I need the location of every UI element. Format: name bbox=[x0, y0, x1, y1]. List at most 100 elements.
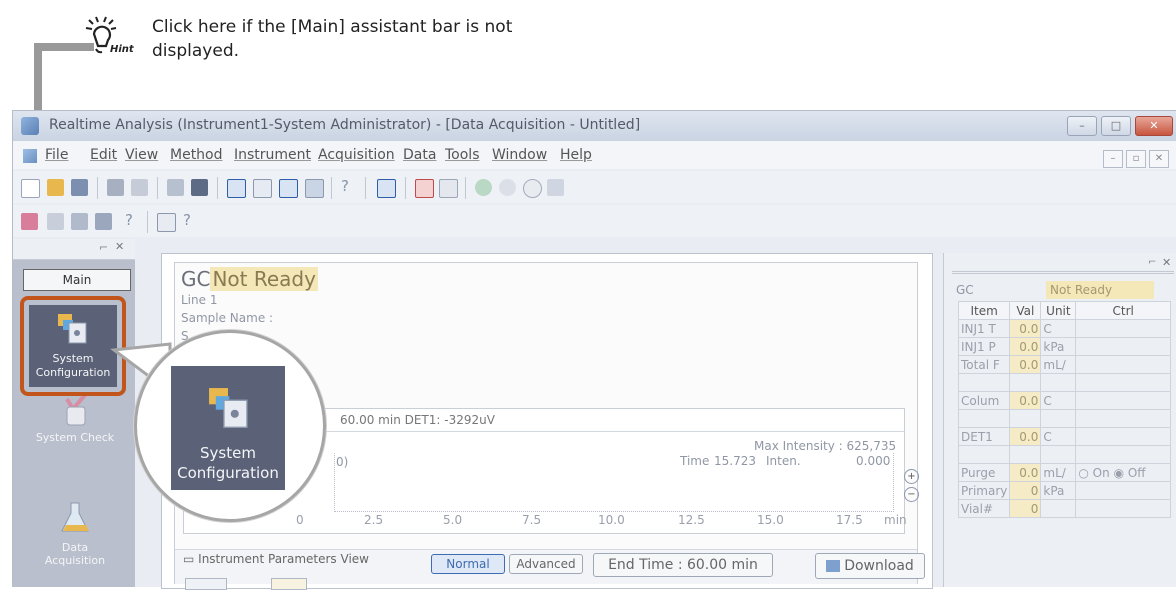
toolbar-separator bbox=[97, 177, 98, 199]
menu-instrument[interactable]: Instrument bbox=[234, 147, 311, 163]
print-preview-icon[interactable] bbox=[131, 179, 148, 196]
menu-data[interactable]: Data bbox=[403, 147, 436, 163]
cell-item: INJ1 T bbox=[957, 319, 1011, 338]
hint-badge: Hint bbox=[110, 44, 134, 55]
gc-status-badge: Not Ready bbox=[210, 267, 318, 291]
diamond-icon[interactable] bbox=[475, 179, 492, 196]
title-bar: Realtime Analysis (Instrument1-System Ad… bbox=[13, 111, 1176, 141]
mdi-minimize-button[interactable]: – bbox=[1103, 150, 1123, 168]
menu-edit[interactable]: Edit bbox=[90, 147, 117, 163]
plot-area bbox=[334, 453, 894, 512]
nav-system-check[interactable]: System Check bbox=[27, 389, 123, 467]
x-tick: 10.0 bbox=[598, 513, 625, 527]
stop-icon[interactable] bbox=[415, 179, 434, 198]
col-unit: Unit bbox=[1040, 301, 1077, 320]
monitor-header-row: Item Val Unit Ctrl bbox=[957, 301, 1171, 320]
x-tick-fragment: 0 bbox=[296, 513, 304, 527]
right-pane-close-icon[interactable]: ✕ bbox=[1162, 256, 1171, 269]
menu-acquisition[interactable]: Acquisition bbox=[318, 147, 395, 163]
menu-file[interactable]: File bbox=[45, 147, 68, 163]
cell-ctrl bbox=[1075, 337, 1171, 356]
params-tab-icon[interactable] bbox=[185, 578, 227, 590]
open-folder-icon[interactable] bbox=[47, 179, 64, 196]
x-tick: 7.5 bbox=[522, 513, 542, 527]
mdi-close-button[interactable]: ✕ bbox=[1149, 150, 1169, 168]
toolbar-separator bbox=[217, 177, 218, 199]
minimize-button[interactable]: – bbox=[1067, 116, 1097, 136]
toolbar-secondary: ? ? bbox=[13, 205, 1176, 237]
new-file-icon[interactable] bbox=[21, 179, 40, 198]
params-title-text: Instrument Parameters View bbox=[198, 552, 369, 566]
magnified-system-configuration: System Configuration bbox=[171, 366, 285, 490]
save-icon[interactable] bbox=[71, 179, 88, 196]
cell-val: 0.0 bbox=[1009, 337, 1042, 356]
nav-data-acquisition-label-1: Data bbox=[61, 541, 89, 554]
main-tab[interactable]: Main bbox=[23, 269, 131, 291]
cell-val: 0.0 bbox=[1009, 319, 1042, 338]
menu-help[interactable]: Help bbox=[560, 147, 592, 163]
radio-on[interactable]: ○ On bbox=[1078, 466, 1109, 480]
download-label: Download bbox=[844, 558, 914, 574]
params-tab-icon-2[interactable] bbox=[271, 578, 307, 590]
copy-icon[interactable] bbox=[167, 179, 184, 196]
menu-tools[interactable]: Tools bbox=[445, 147, 480, 163]
cell-unit: kPa bbox=[1040, 337, 1077, 356]
maximize-button[interactable]: □ bbox=[1101, 116, 1131, 136]
zoom-out-icon[interactable]: − bbox=[904, 487, 919, 502]
right-gc-label: GC bbox=[956, 283, 974, 297]
help-icon-2[interactable]: ? bbox=[125, 211, 133, 229]
hint-text-line1: Click here if the [Main] assistant bar i… bbox=[152, 17, 513, 37]
right-pane-pin-icon[interactable]: ⌐ bbox=[1148, 257, 1156, 268]
cell-ctrl bbox=[1075, 427, 1171, 446]
close-button[interactable]: ✕ bbox=[1135, 116, 1173, 136]
cell-item: INJ1 P bbox=[957, 337, 1011, 356]
report-icon[interactable] bbox=[95, 213, 112, 230]
menu-method[interactable]: Method bbox=[170, 147, 223, 163]
instrument-parameters-bar: ▭ Instrument Parameters View Normal Adva… bbox=[175, 549, 925, 590]
monitor-icon[interactable] bbox=[377, 179, 396, 198]
mail-icon[interactable] bbox=[71, 213, 88, 230]
cell-ctrl bbox=[1075, 319, 1171, 338]
menu-view[interactable]: View bbox=[125, 147, 158, 163]
layout-3-icon[interactable] bbox=[279, 179, 298, 198]
magnifier-circle: System Configuration bbox=[134, 330, 326, 522]
window-icon[interactable] bbox=[157, 213, 176, 232]
edit-icon[interactable] bbox=[547, 179, 564, 196]
x-tick: 2.5 bbox=[364, 513, 384, 527]
magnified-label-2: Configuration bbox=[177, 464, 279, 482]
mdi-restore-button[interactable]: ▫ bbox=[1126, 150, 1146, 168]
layout-2-icon[interactable] bbox=[253, 179, 272, 198]
search-icon[interactable] bbox=[523, 179, 542, 198]
right-status-badge: Not Ready bbox=[1046, 281, 1154, 299]
record-icon[interactable] bbox=[439, 179, 458, 198]
panel-close-icon[interactable]: ✕ bbox=[115, 240, 124, 253]
target-icon[interactable] bbox=[499, 179, 516, 196]
max-intensity: Max Intensity : 625,735 bbox=[754, 439, 897, 453]
cell-ctrl bbox=[1075, 481, 1171, 500]
menu-window[interactable]: Window bbox=[492, 147, 547, 163]
radio-off[interactable]: ◉ Off bbox=[1114, 466, 1146, 480]
layout-1-icon[interactable] bbox=[227, 179, 246, 198]
nav-data-acquisition[interactable]: Data Acquisition bbox=[27, 487, 123, 567]
batch-icon[interactable] bbox=[21, 213, 38, 230]
batch-edit-icon[interactable] bbox=[47, 213, 64, 230]
help-icon[interactable]: ? bbox=[341, 177, 349, 195]
cell-ctrl: ○ On ◉ Off bbox=[1075, 463, 1171, 482]
help-icon-3[interactable]: ? bbox=[183, 211, 191, 229]
magnified-system-configuration-icon bbox=[209, 388, 248, 428]
zoom-in-icon[interactable]: + bbox=[904, 469, 919, 484]
cell-unit bbox=[1040, 499, 1077, 518]
download-button[interactable]: Download bbox=[815, 553, 925, 579]
print-icon[interactable] bbox=[107, 179, 124, 196]
gc-line: Line 1 bbox=[181, 293, 218, 307]
cell-val: 0 bbox=[1009, 499, 1042, 518]
layout-4-icon[interactable] bbox=[305, 179, 324, 198]
binoculars-icon[interactable] bbox=[191, 179, 208, 196]
cell-val: 0.0 bbox=[1009, 355, 1042, 374]
panel-pin-icon[interactable]: ⌐ bbox=[99, 241, 108, 254]
table-row: Vial# 0 bbox=[957, 499, 1171, 518]
magnified-label-1: System bbox=[200, 444, 256, 462]
table-row: Total F 0.0 mL/ bbox=[957, 355, 1171, 374]
advanced-button[interactable]: Advanced bbox=[509, 554, 583, 574]
normal-button[interactable]: Normal bbox=[431, 554, 505, 574]
